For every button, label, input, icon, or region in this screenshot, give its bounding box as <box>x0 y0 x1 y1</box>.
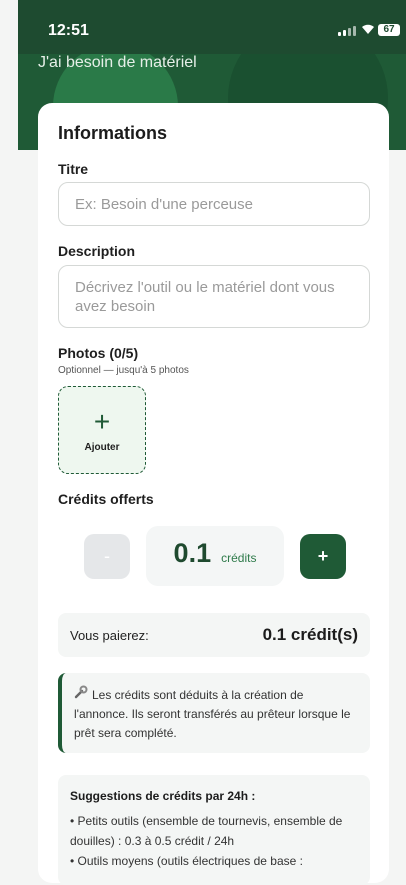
wifi-icon <box>361 22 375 38</box>
pay-label: Vous paierez: <box>70 627 149 643</box>
signal-icon <box>338 26 356 36</box>
title-input[interactable]: Ex: Besoin d'une perceuse <box>58 182 370 226</box>
page-title: J'ai besoin de matériel <box>38 54 197 71</box>
credit-unit: crédits <box>221 551 257 565</box>
suggestion-item: • Outils moyens (outils électriques de b… <box>70 854 303 868</box>
credit-value: 0.1 <box>173 538 212 568</box>
suggestion-item: • Petits outils (ensemble de tournevis, … <box>70 814 343 848</box>
status-time: 12:51 <box>48 22 89 39</box>
info-text: Les crédits sont déduits à la création d… <box>74 688 351 740</box>
add-photo-button[interactable]: + Ajouter <box>58 386 146 474</box>
pay-amount: 0.1 crédit(s) <box>262 625 358 644</box>
photos-label: Photos (0/5) <box>58 345 139 361</box>
title-label: Titre <box>58 161 89 177</box>
payment-summary: Vous paierez: 0.1 crédit(s) <box>58 613 370 657</box>
credit-suggestions: Suggestions de crédits par 24h : • Petit… <box>58 775 370 885</box>
credits-label: Crédits offerts <box>58 491 154 507</box>
section-title: Informations <box>58 123 168 143</box>
decrease-credits-button[interactable]: - <box>84 534 130 579</box>
description-input[interactable]: Décrivez l'outil ou le matériel dont vou… <box>58 265 370 328</box>
form-card: Informations Titre Ex: Besoin d'une perc… <box>38 103 389 885</box>
battery-icon: 67 <box>378 24 400 36</box>
status-bar: 12:51 67 <box>18 0 406 54</box>
wrench-icon <box>74 685 88 705</box>
add-photo-label: Ajouter <box>84 441 120 453</box>
info-notice: Les crédits sont déduits à la création d… <box>58 673 370 753</box>
plus-icon: + <box>93 405 111 437</box>
suggestions-title: Suggestions de crédits par 24h : <box>70 789 256 803</box>
credit-display: 0.1 crédits <box>146 526 284 586</box>
increase-credits-button[interactable]: + <box>300 534 346 579</box>
photos-hint: Optionnel — jusqu'à 5 photos <box>58 365 189 376</box>
description-label: Description <box>58 243 136 259</box>
